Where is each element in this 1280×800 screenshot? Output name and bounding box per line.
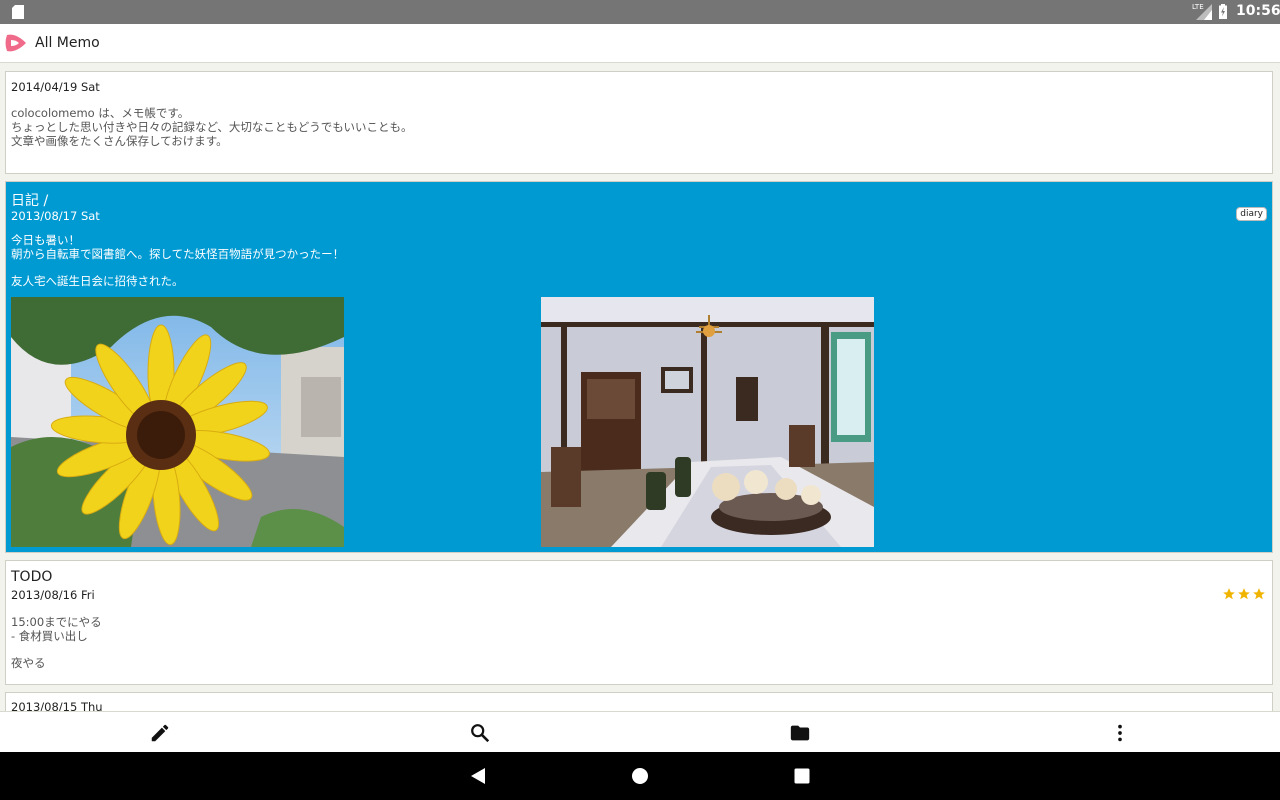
pencil-icon	[151, 724, 169, 741]
tag-badge[interactable]: diary	[1236, 207, 1267, 221]
star-rating[interactable]	[1222, 587, 1266, 601]
dining-room-photo[interactable]	[541, 297, 874, 547]
memo-card[interactable]: 2013/08/15 Thu	[5, 692, 1273, 711]
memo-title: TODO	[11, 569, 53, 585]
colocolomemo-logo-icon	[5, 34, 26, 52]
battery-charging-icon	[1219, 4, 1227, 19]
memo-list[interactable]: 2014/04/19 Sat colocolomemo は、メモ帳です。 ちょっ…	[0, 63, 1280, 711]
clock: 10:56	[1236, 3, 1280, 19]
star-icon	[1253, 588, 1265, 600]
memo-date: 2013/08/16 Fri	[11, 588, 95, 602]
star-icon	[1238, 588, 1250, 600]
memo-date: 2013/08/15 Thu	[11, 700, 103, 711]
bottom-toolbar	[0, 711, 1280, 753]
system-nav-bar	[0, 752, 1280, 800]
star-icon	[1223, 588, 1235, 600]
memo-card-selected[interactable]: 日記 / 2013/08/17 Sat diary 今日も暑い！ 朝から自転車で…	[5, 181, 1273, 553]
recents-icon[interactable]	[790, 764, 814, 788]
new-memo-button[interactable]	[0, 712, 320, 753]
home-icon[interactable]	[628, 764, 652, 788]
memo-body: 今日も暑い！ 朝から自転車で図書館へ。探してた妖怪百物語が見つかったー！ 友人宅…	[11, 233, 345, 289]
more-options-button[interactable]	[960, 712, 1280, 753]
memo-card[interactable]: 2014/04/19 Sat colocolomemo は、メモ帳です。 ちょっ…	[5, 71, 1273, 174]
sunflower-photo[interactable]	[11, 297, 344, 547]
folder-button[interactable]	[640, 712, 960, 753]
memo-card[interactable]: TODO 2013/08/16 Fri 15:00までにやる - 食材買い出し …	[5, 560, 1273, 685]
search-icon	[471, 723, 490, 742]
memo-title: 日記 /	[11, 193, 49, 209]
search-button[interactable]	[320, 712, 640, 753]
app-bar: All Memo	[0, 24, 1280, 63]
memo-body: colocolomemo は、メモ帳です。 ちょっとした思い付きや日々の記録など…	[11, 106, 413, 148]
more-vert-icon	[1118, 724, 1122, 741]
memo-date: 2014/04/19 Sat	[11, 80, 100, 94]
app-title: All Memo	[35, 35, 100, 51]
memo-body: 15:00までにやる - 食材買い出し 夜やる	[11, 615, 102, 671]
network-type: LTE	[1192, 3, 1204, 11]
memo-date: 2013/08/17 Sat	[11, 209, 100, 223]
back-icon[interactable]	[466, 764, 490, 788]
status-bar: LTE 10:56	[0, 0, 1280, 24]
folder-icon	[790, 725, 810, 740]
sd-card-icon	[12, 5, 24, 19]
